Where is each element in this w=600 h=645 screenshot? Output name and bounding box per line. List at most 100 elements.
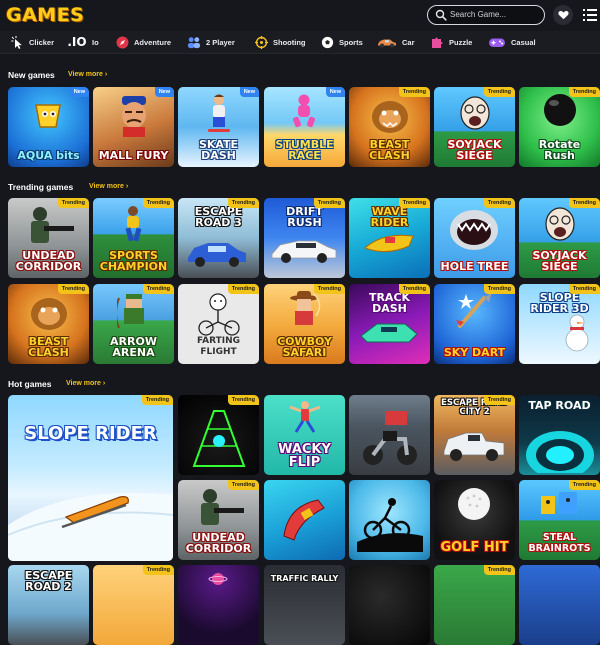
crosshair-icon xyxy=(254,35,268,49)
game-tile-neon-ball[interactable]: Trending xyxy=(178,395,259,475)
game-tile-rotate-rush[interactable]: Rotate Rush Trending xyxy=(519,87,600,167)
game-title: STEAL BRAINROTS xyxy=(528,532,591,554)
game-title: UNDEAD CORRIDOR xyxy=(185,531,252,555)
game-tile-stumble-race[interactable]: STUMBLE RACE New xyxy=(264,87,345,167)
badge-trending: Trending xyxy=(568,198,600,208)
game-tile-drift-rush[interactable]: DRIFT RUSH Trending xyxy=(264,198,345,278)
badge-new: New xyxy=(69,87,89,97)
brainrot-characters-icon xyxy=(541,492,577,514)
game-tile-wacky-flip[interactable]: WACKY FLIP xyxy=(264,395,345,475)
pickup-truck-icon xyxy=(443,432,505,461)
badge-trending: Trending xyxy=(568,284,600,294)
view-more-trending[interactable]: View more › xyxy=(89,181,128,193)
list-menu-icon[interactable] xyxy=(583,8,597,22)
category-io[interactable]: .IO Io xyxy=(67,31,98,53)
game-title: STUMBLE RACE xyxy=(275,138,334,162)
game-tile-soyjack-siege-2[interactable]: SOYJACK SIEGE Trending xyxy=(519,198,600,278)
athlete-character-icon xyxy=(125,206,142,242)
game-tile-hole-tree[interactable]: HOLE TREE Trending xyxy=(434,198,515,278)
gamepad-icon xyxy=(488,35,506,49)
game-tile-track-dash[interactable]: TRACK DASH Trending xyxy=(349,284,430,364)
soldier-character-icon xyxy=(201,489,244,525)
category-casual[interactable]: Casual xyxy=(488,31,536,53)
game-tile-bmx-silhouette[interactable] xyxy=(349,480,430,560)
stick-cyclist-icon xyxy=(198,293,240,336)
game-tile-hot-6[interactable]: Trending xyxy=(434,565,515,645)
game-tile-undead-corridor[interactable]: UNDEAD CORRIDOR Trending xyxy=(8,198,89,278)
game-tile-skate-dash[interactable]: SKATE DASH New xyxy=(178,87,259,167)
game-tile-arrow-arena[interactable]: ARROW ARENA Trending xyxy=(93,284,174,364)
badge-new: New xyxy=(325,87,345,97)
game-tile-wave-rider[interactable]: WAVE RIDER Trending xyxy=(349,198,430,278)
game-tile-slope-rider[interactable]: SLOPE RIDER Trending xyxy=(8,395,173,561)
game-tile-undead-corridor-2[interactable]: UNDEAD CORRIDOR Trending xyxy=(178,480,259,560)
game-tile-jet-boat[interactable] xyxy=(264,480,345,560)
search-box[interactable] xyxy=(427,5,545,25)
badge-trending: Trending xyxy=(483,395,515,405)
game-tile-beast-clash[interactable]: BEAST CLASH Trending xyxy=(349,87,430,167)
category-puzzle[interactable]: Puzzle xyxy=(430,31,472,53)
badge-trending: Trending xyxy=(483,198,515,208)
category-2-player[interactable]: 2 Player xyxy=(187,31,235,53)
badge-trending: Trending xyxy=(227,284,259,294)
game-title: SOYJACK SIEGE xyxy=(532,249,587,273)
category-clicker[interactable]: Clicker xyxy=(10,31,54,53)
view-more-new[interactable]: View more › xyxy=(68,69,107,81)
game-tile-farting-flight[interactable]: FARTING FLIGHT Trending xyxy=(178,284,259,364)
game-tile-slope-rider-3d[interactable]: SLOPE RIDER 3D Trending xyxy=(519,284,600,364)
game-title: MALL FURY xyxy=(98,149,169,162)
favorites-button[interactable] xyxy=(553,5,573,25)
category-sports[interactable]: Sports xyxy=(320,31,363,53)
game-tile-escape-road-2[interactable]: ESCAPE ROAD 2 xyxy=(8,565,89,645)
game-tile-escape-road-city-2[interactable]: ESCAPE ROAD CITY 2 Trending xyxy=(434,395,515,475)
category-label: Sports xyxy=(339,37,363,47)
cursor-click-icon xyxy=(10,35,24,49)
soldier-character-icon xyxy=(31,207,74,243)
game-tile-hot-7[interactable] xyxy=(519,565,600,645)
game-tile-cowboy-safari[interactable]: COWBOY SAFARI Trending xyxy=(264,284,345,364)
game-title: TAP ROAD xyxy=(528,399,591,412)
game-tile-traffic-rally[interactable]: TRAFFIC RALLY xyxy=(264,565,345,645)
game-tile-escape-road-3[interactable]: ESCAPE ROAD 3 Trending xyxy=(178,198,259,278)
search-input[interactable] xyxy=(450,7,540,22)
badge-trending: Trending xyxy=(142,565,174,575)
game-tile-soyjack-siege[interactable]: SOYJACK SIEGE Trending xyxy=(434,87,515,167)
category-adventure[interactable]: Adventure xyxy=(115,31,171,53)
game-title: Rotate Rush xyxy=(538,138,581,162)
category-label: Shooting xyxy=(273,37,306,47)
badge-trending: Trending xyxy=(398,198,430,208)
category-label: Casual xyxy=(511,37,536,47)
game-tile-golf-hit[interactable]: GOLF HIT xyxy=(434,480,515,560)
search-icon[interactable] xyxy=(435,9,447,21)
game-tile-sports-champion[interactable]: SPORTS CHAMPION Trending xyxy=(93,198,174,278)
sports-car-icon xyxy=(271,240,337,263)
site-logo[interactable]: GAMES xyxy=(6,3,84,27)
badge-trending: Trending xyxy=(398,284,430,294)
game-tile-hot-5[interactable] xyxy=(349,565,430,645)
beast-character-icon xyxy=(31,298,67,330)
game-title: FARTING FLIGHT xyxy=(196,336,240,357)
soyjack-face-icon xyxy=(460,96,490,130)
category-car[interactable]: Car xyxy=(377,31,415,53)
game-title: SPORTS CHAMPION xyxy=(99,249,168,273)
tunnel-icon xyxy=(526,431,594,473)
game-thumbnail xyxy=(434,565,515,645)
site-header: GAMES xyxy=(0,0,600,30)
game-tile-hot-3[interactable] xyxy=(178,565,259,645)
game-tile-aqua-bits[interactable]: AQUA bits New xyxy=(8,87,89,167)
game-title: BEAST CLASH xyxy=(28,335,69,359)
game-tile-beast-clash-2[interactable]: BEAST CLASH Trending xyxy=(8,284,89,364)
car-icon xyxy=(188,243,246,267)
game-tile-mall-fury[interactable]: MALL FURY New xyxy=(93,87,174,167)
badge-trending: Trending xyxy=(227,480,259,490)
game-tile-sky-dart[interactable]: SKY DART Trending xyxy=(434,284,515,364)
game-title: ESCAPE ROAD 3 xyxy=(194,205,243,229)
game-tile-moto-road[interactable] xyxy=(349,395,430,475)
category-shooting[interactable]: Shooting xyxy=(254,31,306,53)
game-tile-steal-brainrots[interactable]: STEAL BRAINROTS Trending xyxy=(519,480,600,560)
compass-icon xyxy=(115,35,129,49)
game-thumbnail xyxy=(93,565,174,645)
game-tile-tap-road[interactable]: TAP ROAD xyxy=(519,395,600,475)
view-more-hot[interactable]: View more › xyxy=(66,378,105,390)
game-tile-hot-2[interactable]: Trending xyxy=(93,565,174,645)
